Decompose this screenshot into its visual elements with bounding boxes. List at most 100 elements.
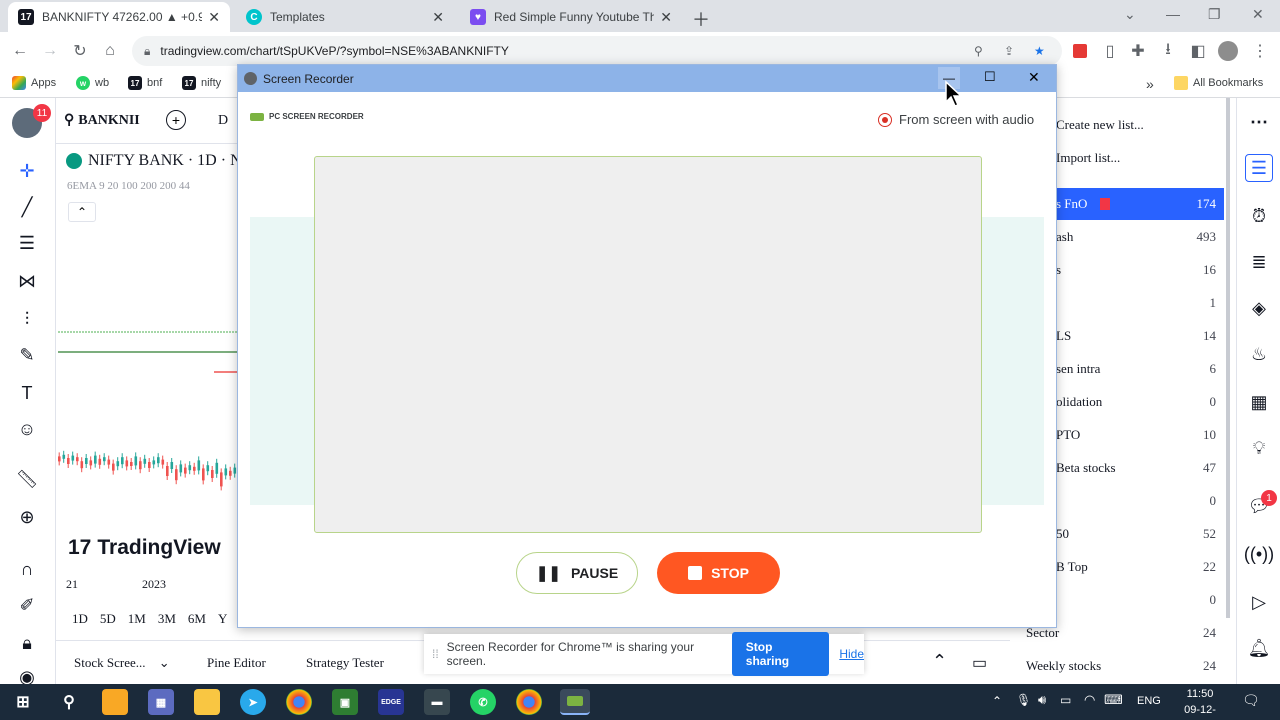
more-options-icon[interactable]: ⋯ [1245, 108, 1273, 136]
strategy-tester-tab[interactable]: Strategy Tester [306, 655, 384, 671]
keyboard-icon[interactable]: ⌨ [1104, 692, 1123, 708]
fib-retracement-icon[interactable]: ☰ [14, 230, 40, 256]
emoji-icon[interactable]: ☺ [14, 416, 40, 442]
share-icon[interactable]: ⇪ [1004, 44, 1014, 58]
recorder-title-bar[interactable]: Screen Recorder — ☐ ✕ [238, 65, 1056, 92]
ruler-icon[interactable]: 📏︎ [14, 466, 40, 492]
chrome-menu-icon[interactable]: ⋮ [1250, 41, 1270, 61]
tab-youtube-thumbnail[interactable]: ♥ Red Simple Funny Youtube Thu ✕ [460, 2, 682, 32]
collapse-legend-chevron-icon[interactable]: ⌃ [68, 202, 96, 222]
alarm-clock-icon[interactable]: ⏰︎ [1245, 202, 1273, 230]
import-list[interactable]: Import list... [1056, 150, 1120, 166]
prediction-icon[interactable]: ⫶ [14, 306, 40, 332]
replay-icon[interactable]: ▷ [1245, 588, 1273, 616]
crosshair-icon[interactable]: ✛ [14, 158, 40, 184]
create-new-list[interactable]: Create new list... [1056, 117, 1144, 133]
text-tool-icon[interactable]: T [14, 380, 40, 406]
lock-drawing-icon[interactable]: ✐ [14, 592, 40, 618]
clock[interactable]: 11:50 09-12-2023 [1172, 686, 1228, 720]
brush-icon[interactable]: ✎ [14, 342, 40, 368]
battery-icon[interactable]: ▭ [1060, 693, 1071, 707]
new-tab-plus-icon[interactable]: ＋ [692, 6, 710, 32]
close-tab-icon[interactable]: ✕ [208, 9, 220, 26]
tab-banknifty[interactable]: 17 BANKNIFTY 47262.00 ▲ +0.9% | ✕ [8, 2, 230, 32]
chevron-up-icon[interactable]: ⌃ [932, 651, 947, 672]
broadcast-icon[interactable]: ((•)) [1244, 540, 1274, 568]
symbol-search[interactable]: ⚲ BANKNII [64, 112, 140, 129]
tab-templates[interactable]: C Templates ✕ [236, 2, 454, 32]
bookmark-star-icon[interactable]: ★ [1034, 44, 1045, 58]
hotlist-flame-icon[interactable]: ♨ [1245, 340, 1273, 368]
range-3m[interactable]: 3M [158, 611, 176, 627]
magnet-icon[interactable]: ∩ [14, 556, 40, 582]
notifications-bell-icon[interactable]: 🔔︎ [1245, 634, 1273, 662]
tray-chevron-icon[interactable]: ⌃ [992, 694, 1002, 708]
range-y[interactable]: Y [218, 611, 227, 627]
news-list-icon[interactable]: ≣ [1245, 248, 1273, 276]
drag-handle-icon[interactable]: ⁞⁞ [432, 647, 439, 661]
watchlist-item[interactable]: Weekly stocks 24 [1010, 650, 1224, 682]
volume-icon[interactable]: 🔊︎ [1038, 692, 1046, 708]
stock-edge-app-icon[interactable]: EDGE [378, 689, 404, 715]
calculator-app-icon[interactable]: ▦ [148, 689, 174, 715]
language-indicator[interactable]: ENG [1137, 695, 1161, 707]
layers-icon[interactable]: ◈ [1245, 294, 1273, 322]
stop-button[interactable]: STOP [657, 552, 780, 594]
whatsapp-app-icon[interactable]: ✆ [470, 689, 496, 715]
lock-icon[interactable]: 🔒︎ [14, 630, 40, 656]
zoom-in-icon[interactable]: ⊕ [14, 504, 40, 530]
excel-app-icon[interactable]: ▣ [332, 689, 358, 715]
bookmark-bnf[interactable]: 17 bnf [128, 76, 162, 90]
maximize-icon[interactable]: ☐ [984, 69, 996, 85]
file-manager-app-icon[interactable] [102, 689, 128, 715]
more-bookmarks-chevron-icon[interactable]: » [1146, 76, 1154, 92]
extension-red-icon[interactable] [1073, 44, 1087, 58]
microphone-icon[interactable]: 🎙︎ [1016, 693, 1031, 707]
wifi-icon[interactable]: ◠ [1084, 692, 1095, 708]
stop-sharing-button[interactable]: Stop sharing [731, 632, 830, 676]
calendar-icon[interactable]: ▦ [1245, 388, 1273, 416]
screen-recorder-app-icon[interactable] [560, 689, 590, 715]
bookmark-nifty[interactable]: 17 nifty [182, 76, 221, 90]
restore-window-icon[interactable]: ❐ [1208, 6, 1221, 23]
pattern-icon[interactable]: ⋈ [14, 268, 40, 294]
chrome-app-icon-2[interactable] [516, 689, 542, 715]
home-icon[interactable]: ⌂ [100, 41, 120, 61]
range-6m[interactable]: 6M [188, 611, 206, 627]
extensions-puzzle-icon[interactable]: ✚ [1128, 41, 1148, 61]
chart-pane[interactable]: NIFTY BANK · 1D · N 6EMA 9 20 100 200 20… [56, 144, 246, 626]
range-5d[interactable]: 5D [100, 611, 116, 627]
all-bookmarks[interactable]: All Bookmarks [1174, 76, 1263, 90]
interval-button[interactable]: D [218, 113, 228, 129]
trend-line-icon[interactable]: ╱ [14, 194, 40, 220]
terminal-app-icon[interactable]: ▬ [424, 689, 450, 715]
folder-app-icon[interactable] [194, 689, 220, 715]
back-arrow-icon[interactable]: ← [10, 41, 30, 61]
watchlist-icon[interactable]: ☰ [1245, 154, 1273, 182]
range-1m[interactable]: 1M [128, 611, 146, 627]
close-tab-icon[interactable]: ✕ [660, 9, 672, 26]
site-info-icon[interactable]: 🔒︎ [144, 44, 150, 59]
ideas-bulb-icon[interactable]: 💡︎ [1245, 434, 1273, 462]
side-panel-icon[interactable]: ◧ [1188, 41, 1208, 61]
maximize-panel-icon[interactable]: ▭ [972, 653, 987, 673]
scrollbar[interactable] [1226, 98, 1230, 618]
tab-search-chevron-icon[interactable]: ⌄ [1124, 6, 1136, 23]
address-bar[interactable]: 🔒︎ tradingview.com/chart/tSpUKVeP/?symbo… [132, 36, 1062, 66]
profile-avatar[interactable] [1218, 41, 1238, 61]
zoom-icon[interactable]: ⚲ [974, 44, 983, 58]
bookmark-wb[interactable]: w wb [76, 76, 109, 90]
bookmark-apps[interactable]: Apps [12, 76, 56, 90]
pine-editor-tab[interactable]: Pine Editor [207, 655, 266, 671]
minimize-window-icon[interactable]: — [1166, 6, 1180, 22]
telegram-app-icon[interactable]: ➤ [240, 689, 266, 715]
pause-button[interactable]: ❚❚ PAUSE [516, 552, 638, 594]
action-center-icon[interactable]: 🗨︎ [1242, 692, 1260, 709]
forward-arrow-icon[interactable]: → [40, 41, 60, 61]
compare-plus-icon[interactable]: + [166, 110, 186, 130]
search-icon[interactable]: ⚲ [56, 689, 82, 715]
chrome-app-icon[interactable] [286, 689, 312, 715]
range-1d[interactable]: 1D [72, 611, 88, 627]
close-icon[interactable]: ✕ [1028, 69, 1040, 86]
windows-start-icon[interactable]: ⊞ [10, 689, 36, 715]
